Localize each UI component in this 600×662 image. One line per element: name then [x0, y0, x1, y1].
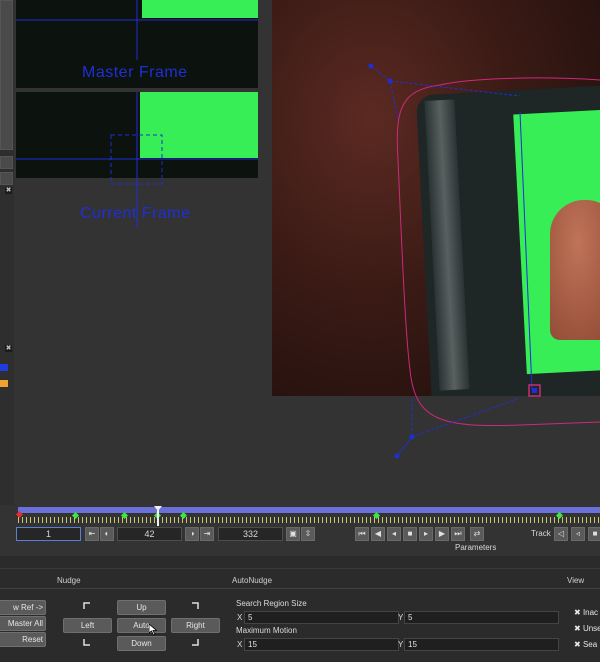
nudge-up-button[interactable]: Up	[117, 600, 166, 615]
nudge-section-title: Nudge	[57, 576, 81, 585]
corner-bottom-right-icon[interactable]	[192, 639, 199, 646]
green-screen-region	[140, 92, 258, 158]
check-icon: ✖	[574, 624, 583, 633]
finger	[550, 200, 600, 340]
strip-small-button[interactable]	[0, 156, 13, 169]
go-to-end-icon[interactable]: ⏭	[451, 527, 465, 541]
search-region-x-input[interactable]: 5	[244, 611, 399, 624]
close-icon[interactable]: ✖	[5, 345, 12, 352]
timeline-ruler[interactable]	[18, 517, 600, 523]
control-point[interactable]	[409, 434, 415, 440]
tangent-handle[interactable]	[396, 436, 413, 457]
green-screen-region	[142, 0, 258, 18]
color-swatch-blue[interactable]	[0, 364, 8, 371]
corner-top-left-icon[interactable]	[83, 602, 90, 609]
master-frame-thumbnail: Master Frame	[16, 0, 258, 88]
view-section-title: View	[567, 576, 585, 585]
jump-prev-key-icon[interactable]: ⇤	[85, 527, 99, 541]
current-frame-field[interactable]: 1	[16, 527, 81, 541]
search-region-y-input[interactable]: 5	[404, 611, 559, 624]
search-x-label: X	[237, 613, 243, 622]
master-frame-label: Master Frame	[82, 64, 188, 81]
motion-x-label: X	[237, 640, 243, 649]
nudge-down-button[interactable]: Down	[117, 636, 166, 651]
track-label: Track	[531, 529, 551, 538]
go-to-start-icon[interactable]: ⏮	[355, 527, 369, 541]
control-point[interactable]	[394, 453, 400, 459]
keyframe-toggle-icon[interactable]: ◑	[185, 527, 199, 541]
autonudge-section-title: AutoNudge	[232, 576, 273, 585]
play-forward-icon[interactable]: ▸	[419, 527, 433, 541]
fit-range-icon[interactable]: ▣	[286, 527, 300, 541]
panel-divider	[0, 588, 600, 589]
maximum-motion-x-input[interactable]: 15	[244, 638, 399, 651]
zoom-range-icon[interactable]: ⇳	[301, 527, 315, 541]
step-back-icon[interactable]: ◀	[371, 527, 385, 541]
play-reverse-icon[interactable]: ◂	[387, 527, 401, 541]
panel-divider	[0, 568, 600, 569]
nudge-left-button[interactable]: Left	[63, 618, 112, 633]
maximum-motion-label: Maximum Motion	[236, 626, 297, 635]
jump-next-key-icon[interactable]: ⇥	[200, 527, 214, 541]
view-option-search[interactable]: ✖ Sea	[574, 634, 597, 652]
master-all-button[interactable]: Master All	[0, 616, 46, 631]
strip-panel-button[interactable]	[0, 0, 13, 150]
track-stop-icon[interactable]: ■	[588, 527, 600, 541]
track-backward-icon[interactable]: ◁	[554, 527, 568, 541]
tangent-handle[interactable]	[411, 397, 521, 438]
stop-icon[interactable]: ■	[403, 527, 417, 541]
left-tool-strip: ✖ ✖	[0, 0, 14, 505]
step-forward-icon[interactable]: ▶	[435, 527, 449, 541]
mid-frame-field[interactable]: 42	[117, 527, 182, 541]
search-region-size-label: Search Region Size	[236, 599, 307, 608]
keyframe-toggle-icon[interactable]: ◐	[100, 527, 114, 541]
check-icon: ✖	[574, 640, 583, 649]
search-y-label: Y	[398, 613, 404, 622]
corner-bottom-left-icon[interactable]	[83, 639, 90, 646]
motion-y-label: Y	[398, 640, 404, 649]
view-option-label: Unse	[582, 624, 600, 633]
check-icon: ✖	[574, 608, 583, 617]
current-frame-label: Current Frame	[80, 205, 191, 222]
reset-button[interactable]: Reset	[0, 632, 46, 647]
loop-icon[interactable]: ⇄	[470, 527, 484, 541]
timeline-track[interactable]	[18, 507, 600, 513]
track-step-back-icon[interactable]: ◃	[571, 527, 585, 541]
corner-top-right-icon[interactable]	[192, 602, 199, 609]
main-viewer[interactable]	[272, 0, 600, 396]
nudge-auto-button[interactable]: Auto	[117, 618, 166, 633]
maximum-motion-y-input[interactable]: 15	[404, 638, 559, 651]
parameters-tab[interactable]: Parameters	[455, 543, 496, 552]
playhead[interactable]	[154, 506, 162, 526]
close-icon[interactable]: ✖	[5, 187, 12, 194]
set-ref-button[interactable]: w Ref ->	[0, 600, 46, 615]
color-swatch-orange[interactable]	[0, 380, 8, 387]
current-frame-thumbnail	[16, 92, 258, 178]
mouse-cursor-icon	[149, 624, 158, 636]
strip-small-button[interactable]	[0, 172, 13, 185]
nudge-right-button[interactable]: Right	[171, 618, 220, 633]
view-option-label: Inac	[582, 608, 599, 617]
end-frame-field[interactable]: 332	[218, 527, 283, 541]
view-option-label: Sea	[582, 640, 598, 649]
